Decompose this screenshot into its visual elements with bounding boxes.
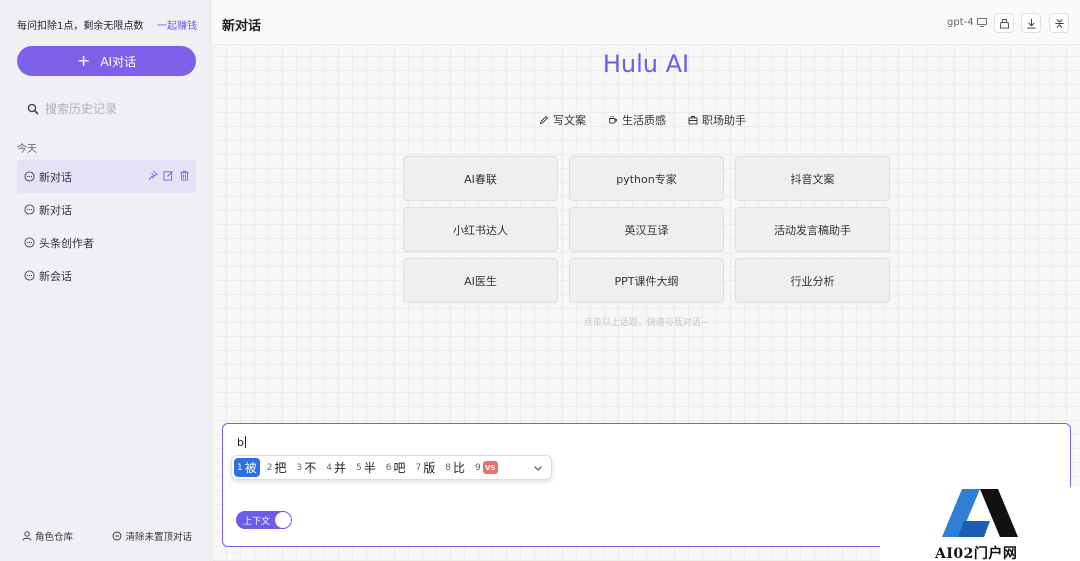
search-input[interactable] — [45, 102, 185, 116]
conversation-item[interactable]: 头条创作者 — [17, 226, 196, 259]
toggle-knob — [275, 512, 291, 528]
clear-chat-button[interactable] — [994, 13, 1014, 33]
prompt-card[interactable]: 小红书达人 — [403, 207, 558, 252]
promo-bar: 每问扣除1点，剩余无限点数 一起赚钱 — [17, 16, 197, 32]
conversation-title: 新会话 — [39, 269, 72, 283]
briefcase-icon — [688, 116, 698, 125]
ime-candidate-bar: 1被 2把 3不 4并 5半 6吧 7版 8比 9 VS — [231, 455, 552, 480]
context-toggle[interactable]: 上下文 — [236, 511, 292, 529]
search-icon — [27, 103, 39, 115]
ime-candidate[interactable]: 6吧 — [383, 458, 409, 477]
model-selector[interactable]: gpt-4 — [947, 17, 987, 28]
ime-candidate[interactable]: 8比 — [442, 458, 468, 477]
new-chat-button[interactable]: + AI对话 — [17, 46, 196, 76]
clear-unpinned-button[interactable]: 清除未置顶对话 — [112, 529, 192, 543]
clear-unpinned-label: 清除未置顶对话 — [125, 532, 192, 543]
category-tabs: 写文案 生活质感 职场助手 — [539, 112, 746, 128]
plus-icon: + — [76, 51, 91, 70]
hint-text: 点击以上话题，快速与我对话~ — [583, 318, 709, 328]
download-button[interactable] — [1021, 13, 1041, 33]
tab-copywriting[interactable]: 写文案 — [539, 112, 586, 128]
pin-icon[interactable] — [147, 170, 158, 181]
conversation-item[interactable]: 新对话 — [17, 160, 196, 193]
prompt-card[interactable]: 抖音文案 — [735, 156, 890, 201]
collapse-icon — [1054, 18, 1064, 28]
prompt-grid: AI春联 python专家 抖音文案 小红书达人 英汉互译 活动发言稿助手 AI… — [403, 156, 890, 303]
ime-candidate[interactable]: 1被 — [234, 458, 260, 477]
ime-candidate[interactable]: 2把 — [264, 458, 290, 477]
logo-icon — [942, 489, 1018, 537]
pen-icon — [539, 115, 549, 125]
role-library-button[interactable]: 角色仓库 — [22, 529, 73, 543]
prompt-card[interactable]: python专家 — [569, 156, 724, 201]
group-label-today: 今天 — [17, 144, 37, 155]
chat-bubble-icon — [24, 204, 35, 215]
new-chat-label: AI对话 — [100, 54, 137, 69]
chat-bubble-icon — [24, 270, 35, 281]
chat-bubble-icon — [24, 171, 35, 182]
tab-workplace[interactable]: 职场助手 — [688, 112, 746, 128]
ime-candidate-vs[interactable]: 9 VS — [472, 458, 501, 477]
brand-title: Hulu AI — [602, 50, 690, 78]
model-name: gpt-4 — [947, 17, 974, 28]
tab-label: 职场助手 — [702, 114, 746, 127]
page-title: 新对话 — [222, 19, 262, 34]
conversation-item[interactable]: 新对话 — [17, 193, 196, 226]
sidebar-footer: 角色仓库 清除未置顶对话 — [22, 529, 192, 543]
conversation-title: 新对话 — [39, 170, 72, 184]
chat-bubble-icon — [24, 237, 35, 248]
prompt-card[interactable]: 英汉互译 — [569, 207, 724, 252]
vs-badge: VS — [482, 461, 498, 474]
role-library-label: 角色仓库 — [35, 532, 74, 543]
history-search[interactable] — [17, 97, 196, 121]
tab-lifestyle[interactable]: 生活质感 — [608, 112, 666, 128]
monitor-icon — [976, 18, 987, 27]
ime-candidate[interactable]: 4并 — [323, 458, 349, 477]
watermark: AI02门户网 — [880, 487, 1080, 561]
earn-link[interactable]: 一起赚钱 — [157, 17, 197, 32]
header: 新对话 gpt-4 — [212, 0, 1080, 45]
ime-candidate[interactable]: 3不 — [294, 458, 320, 477]
tab-label: 写文案 — [553, 114, 586, 127]
chevron-down-icon[interactable] — [533, 463, 543, 473]
message-input[interactable]: b — [237, 436, 246, 449]
download-icon — [1026, 18, 1036, 29]
conversation-item[interactable]: 新会话 — [17, 259, 196, 292]
prompt-card[interactable]: 行业分析 — [735, 258, 890, 303]
conversation-actions — [147, 170, 190, 181]
prompt-card[interactable]: PPT课件大纲 — [569, 258, 724, 303]
ime-candidate[interactable]: 7版 — [413, 458, 439, 477]
main-area: 新对话 gpt-4 Hulu AI 写文案 生活质感 职场助手 AI春联 pyt… — [212, 0, 1080, 561]
context-toggle-label: 上下文 — [243, 516, 271, 527]
user-icon — [22, 531, 32, 541]
prompt-card[interactable]: 活动发言稿助手 — [735, 207, 890, 252]
conversation-list: 新对话 新对话 头条创作者 新会话 — [17, 160, 196, 292]
broom-icon — [999, 18, 1009, 29]
clear-icon — [113, 531, 122, 541]
collapse-button[interactable] — [1049, 13, 1069, 33]
edit-icon[interactable] — [163, 170, 174, 181]
sidebar: 每问扣除1点，剩余无限点数 一起赚钱 + AI对话 今天 新对话 新对话 头条创… — [0, 0, 211, 561]
conversation-title: 头条创作者 — [39, 236, 94, 250]
prompt-card[interactable]: AI医生 — [403, 258, 558, 303]
tab-label: 生活质感 — [622, 114, 666, 127]
trash-icon[interactable] — [179, 170, 190, 181]
prompt-card[interactable]: AI春联 — [403, 156, 558, 201]
watermark-text: AI02门户网 — [935, 546, 1018, 561]
ime-candidate[interactable]: 5半 — [353, 458, 379, 477]
promo-text: 每问扣除1点，剩余无限点数 — [17, 20, 144, 32]
coffee-icon — [609, 116, 617, 124]
conversation-title: 新对话 — [39, 203, 72, 217]
